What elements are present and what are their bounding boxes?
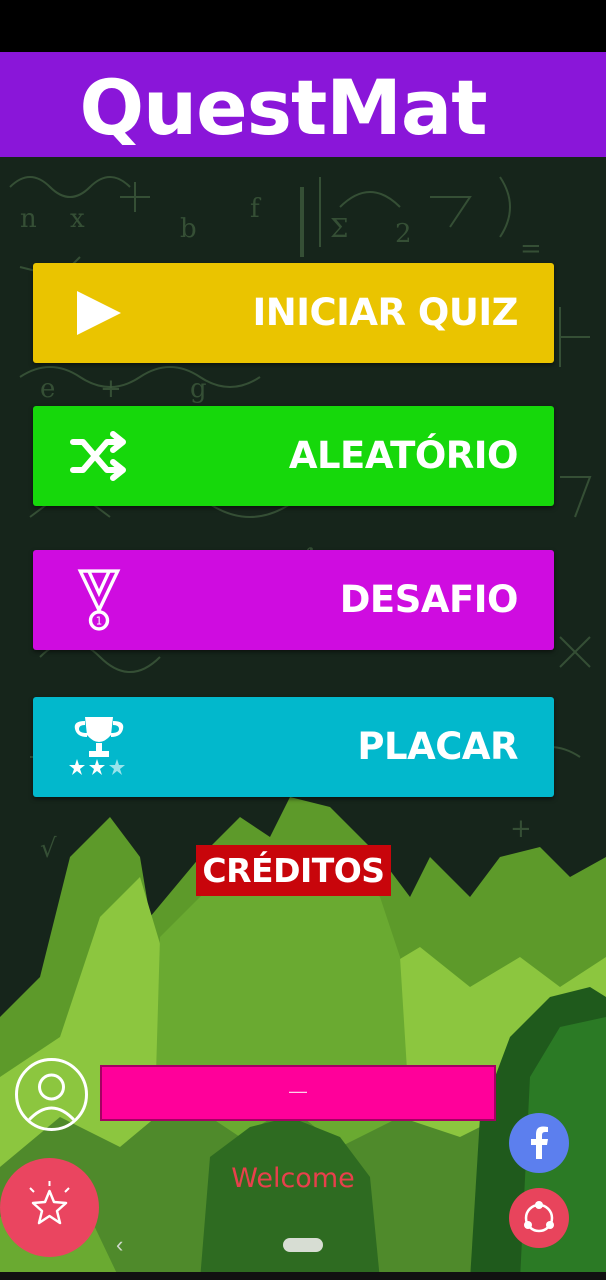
user-avatar-icon[interactable] bbox=[15, 1058, 88, 1131]
trophy-icon bbox=[69, 717, 125, 775]
svg-text:+: + bbox=[100, 374, 122, 404]
player-name: — bbox=[289, 1081, 307, 1101]
start-quiz-label: INICIAR QUIZ bbox=[252, 291, 518, 334]
facebook-icon bbox=[531, 1126, 548, 1159]
svg-text:√: √ bbox=[40, 834, 57, 864]
svg-text:=: = bbox=[520, 234, 542, 264]
start-quiz-button[interactable]: INICIAR QUIZ bbox=[33, 263, 554, 363]
share-icon bbox=[524, 1201, 554, 1233]
svg-text:f: f bbox=[250, 194, 262, 224]
svg-text:2: 2 bbox=[395, 219, 412, 249]
nav-back-button[interactable]: ‹ bbox=[116, 1232, 123, 1258]
facebook-button[interactable] bbox=[509, 1113, 569, 1173]
nav-bar bbox=[0, 1272, 606, 1280]
scoreboard-label: PLACAR bbox=[357, 725, 518, 768]
credits-button[interactable]: CRÉDITOS bbox=[196, 845, 391, 896]
status-bar bbox=[0, 0, 606, 52]
app-title: QuestMat bbox=[79, 63, 487, 152]
svg-text:b: b bbox=[180, 214, 197, 244]
random-button[interactable]: ALEATÓRIO bbox=[33, 406, 554, 506]
play-icon bbox=[77, 291, 121, 335]
svg-text:Σ: Σ bbox=[330, 214, 348, 244]
header: QuestMat bbox=[0, 52, 606, 157]
share-button[interactable] bbox=[509, 1188, 569, 1248]
scoreboard-button[interactable]: PLACAR bbox=[33, 697, 554, 797]
star-icon bbox=[29, 1181, 70, 1225]
player-name-bar[interactable]: — bbox=[100, 1065, 496, 1121]
nav-home-pill[interactable] bbox=[283, 1238, 323, 1252]
svg-text:g: g bbox=[190, 374, 207, 404]
svg-text:x: x bbox=[70, 204, 85, 234]
challenge-label: DESAFIO bbox=[339, 578, 519, 621]
svg-text:1: 1 bbox=[96, 617, 102, 628]
svg-text:n: n bbox=[20, 204, 37, 234]
rate-button[interactable] bbox=[0, 1158, 99, 1257]
welcome-text: Welcome bbox=[231, 1163, 355, 1194]
svg-text:e: e bbox=[40, 374, 55, 404]
svg-text:+: + bbox=[510, 814, 532, 844]
challenge-button[interactable]: 1 DESAFIO bbox=[33, 550, 554, 650]
random-label: ALEATÓRIO bbox=[288, 434, 519, 477]
shuffle-icon bbox=[70, 431, 126, 481]
medal-icon: 1 bbox=[77, 569, 121, 631]
